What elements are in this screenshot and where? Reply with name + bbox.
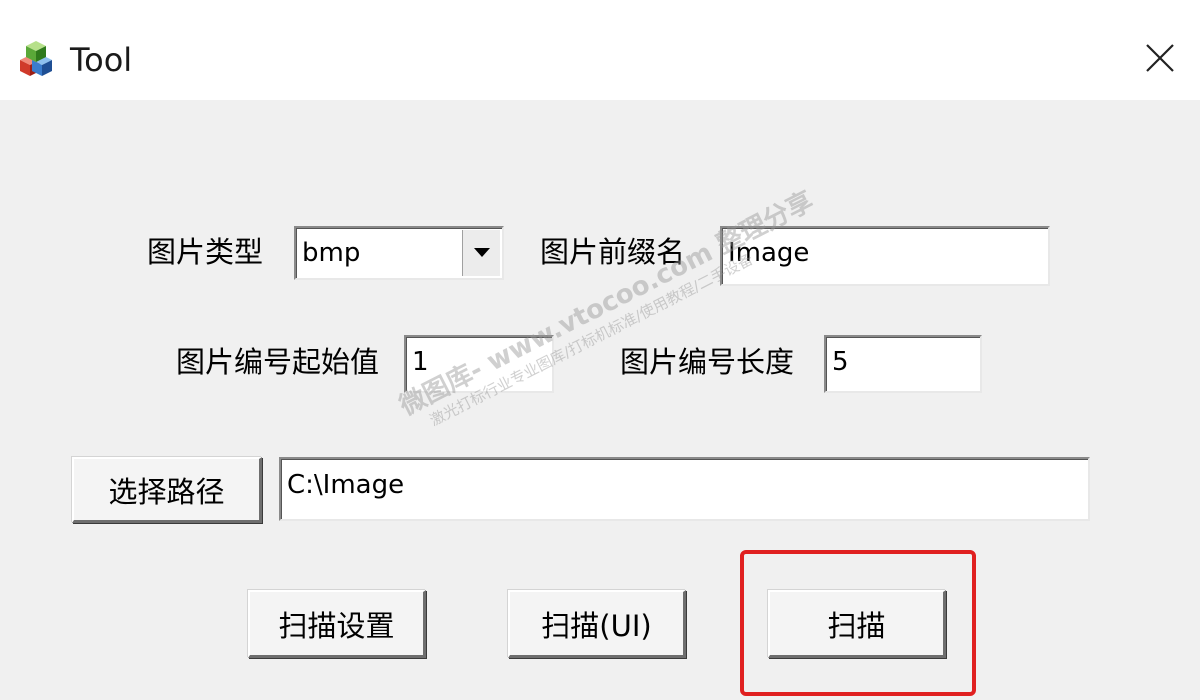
scan-button[interactable]: 扫描 [768,590,946,658]
scan-ui-button[interactable]: 扫描(UI) [508,590,686,658]
close-button[interactable] [1130,28,1190,88]
chevron-down-icon [473,248,490,257]
scan-settings-button[interactable]: 扫描设置 [248,590,426,658]
dropdown-button[interactable] [462,230,500,276]
start-number-input[interactable]: 1 [404,335,554,393]
number-length-label: 图片编号长度 [620,345,795,379]
tool-window: Tool 图片类型 bmp 图片前缀名 Image 图片编号起始值 1 图片编号… [0,0,1200,700]
cubes-app-icon [20,41,52,76]
image-prefix-label: 图片前缀名 [540,235,686,269]
start-number-label: 图片编号起始值 [176,345,380,379]
image-type-value: bmp [302,238,361,268]
path-input[interactable]: C:\Image [279,457,1090,521]
image-prefix-input[interactable]: Image [720,226,1050,286]
window-title: Tool [70,41,133,79]
close-icon [1146,44,1174,72]
image-type-label: 图片类型 [147,235,264,269]
title-bar: Tool [0,0,1200,100]
image-type-select[interactable]: bmp [294,226,504,280]
number-length-input[interactable]: 5 [824,335,982,393]
watermark: 微图库- www.vtocoo.com 整理分享 激光打标行业专业图库/打标机标… [395,186,827,439]
select-path-button[interactable]: 选择路径 [72,457,262,523]
